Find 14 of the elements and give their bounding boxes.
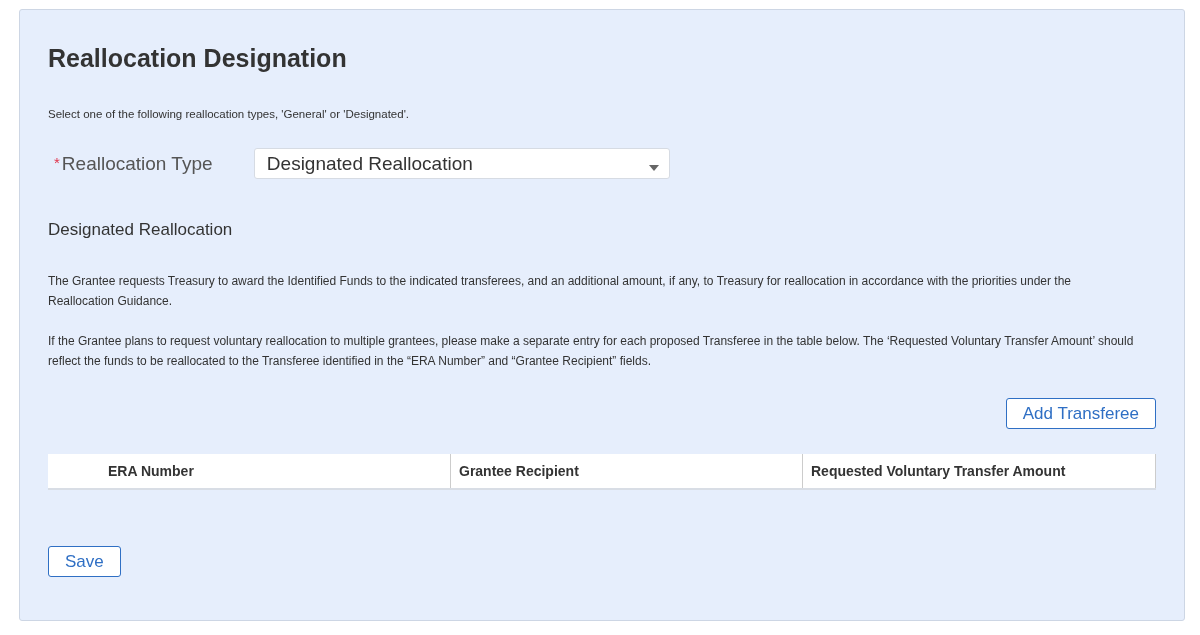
reallocation-type-dropdown[interactable]: Designated Reallocation bbox=[253, 148, 670, 179]
column-header[interactable]: Requested Voluntary Transfer Amount bbox=[803, 454, 1156, 488]
field-label: Reallocation Type bbox=[61, 152, 214, 175]
column-header[interactable]: Grantee Recipient bbox=[451, 454, 803, 488]
intro-text: Select one of the following reallocation types, 'General' or 'Designated'. bbox=[48, 107, 411, 122]
caret-icon bbox=[648, 164, 659, 171]
section-heading: Designated Reallocation bbox=[48, 219, 234, 241]
required-asterisk: * bbox=[54, 154, 60, 171]
add-transferee-button[interactable]: Add Transferee bbox=[1005, 398, 1156, 429]
page-title: Reallocation Designation bbox=[48, 43, 348, 74]
column-header[interactable]: ERA Number bbox=[48, 454, 451, 488]
save-button[interactable]: Save bbox=[48, 546, 121, 577]
paragraph: The Grantee requests Treasury to award the Identified Funds to the indicated transferees, and an additional amount, if any, to Treasury for reallocation in accordance with the priorities under the Reallocation Guidance. bbox=[48, 273, 1073, 310]
paragraph: If the Grantee plans to request voluntary reallocation to multiple grantees, please make a separate entry for each proposed Transferee in the table below. The ‘Requested Voluntary Transfer Amount’ should reflect the funds to be reallocated to the Transferee identified in the “ERA Number” and “Grantee Recipient” fields. bbox=[48, 333, 1135, 370]
